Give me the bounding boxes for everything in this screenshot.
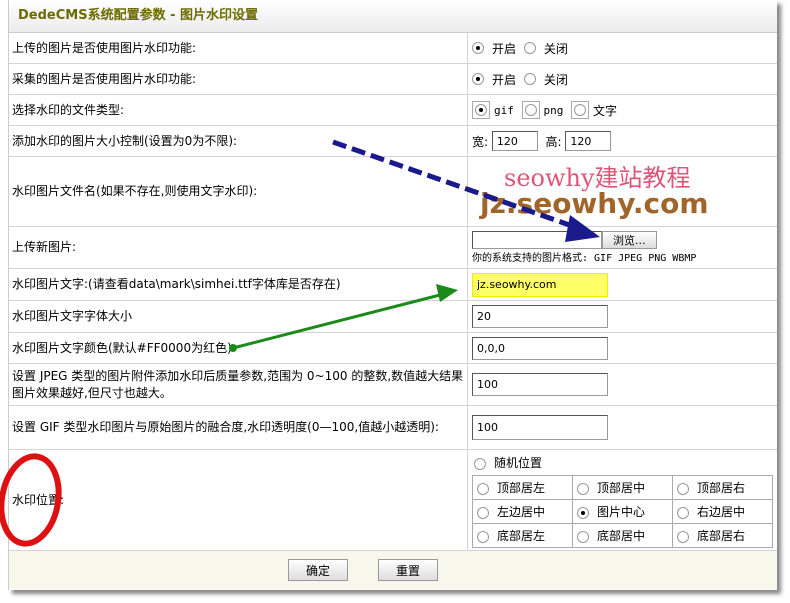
row-font-size: 水印图片文字字体大小	[9, 301, 777, 333]
label: 选择水印的文件类型:	[9, 95, 468, 125]
radio-top-center[interactable]	[577, 482, 589, 495]
radio-off[interactable]	[523, 73, 536, 85]
label: 水印图片文字:(请查看data\mark\simhei.ttf字体库是否存在)	[9, 269, 468, 300]
radio-label: 底部居中	[597, 529, 646, 543]
watermark-preview-line1: seowhy建站教程	[504, 163, 691, 192]
radio-random[interactable]	[474, 457, 486, 470]
row-file-type: 选择水印的文件类型: gif png 文字	[9, 95, 777, 126]
radio-label: gif	[494, 103, 514, 117]
radio-label: 开启	[492, 41, 517, 56]
radio-bottom-right[interactable]	[677, 530, 689, 543]
label: 水印位置:	[9, 450, 468, 550]
watermark-text-input[interactable]	[472, 272, 608, 297]
height-label: 高:	[545, 134, 562, 149]
label: 上传新图片:	[9, 227, 468, 268]
radio-top-right[interactable]	[677, 482, 689, 495]
row-collect-watermark: 采集的图片是否使用图片水印功能: 开启 关闭	[9, 64, 777, 95]
radio-bottom-center[interactable]	[577, 530, 589, 543]
radio-gif[interactable]	[475, 104, 487, 116]
label: 采集的图片是否使用图片水印功能:	[9, 64, 468, 94]
settings-panel: DedeCMS系统配置参数 - 图片水印设置 上传的图片是否使用图片水印功能: …	[8, 0, 777, 590]
radio-label: png	[543, 103, 564, 117]
row-upload-image: 上传新图片: 浏览... 你的系统支持的图片格式: GIF JPEG PNG W…	[9, 227, 777, 269]
jpeg-quality-input[interactable]	[472, 373, 608, 396]
confirm-button[interactable]: 确定	[288, 559, 348, 581]
file-path-input[interactable]	[472, 231, 602, 250]
label: 上传的图片是否使用图片水印功能:	[9, 33, 468, 63]
reset-button[interactable]: 重置	[378, 559, 438, 581]
row-jpeg-quality: 设置 JPEG 类型的图片附件添加水印后质量参数,范围为 0~100 的整数,数…	[9, 364, 777, 406]
position-grid: 顶部居左 顶部居中 顶部居右 左边居中 图片中心 右边居中 底部居左 底部居中 底部居右	[472, 475, 773, 548]
radio-label: 开启	[492, 72, 517, 87]
radio-label: 顶部居中	[597, 481, 646, 495]
radio-bottom-left[interactable]	[477, 530, 489, 543]
label: 设置 JPEG 类型的图片附件添加水印后质量参数,范围为 0~100 的整数,数…	[9, 364, 468, 405]
radio-label: 左边居中	[497, 505, 546, 519]
page-title: DedeCMS系统配置参数 - 图片水印设置	[9, 0, 777, 33]
row-upload-watermark: 上传的图片是否使用图片水印功能: 开启 关闭	[9, 33, 777, 64]
footer: 确定 重置	[9, 551, 777, 589]
radio-center[interactable]	[577, 506, 589, 519]
label: 水印图片文件名(如果不存在,则使用文字水印):	[9, 157, 468, 226]
radio-label: 底部居右	[697, 529, 746, 543]
label: 水印图片文字颜色(默认#FF0000为红色)	[9, 333, 468, 363]
radio-on[interactable]	[472, 42, 484, 54]
label: 水印图片文字字体大小	[9, 301, 468, 332]
row-gif-transparency: 设置 GIF 类型水印图片与原始图片的融合度,水印透明度(0—100,值越小越透…	[9, 406, 777, 450]
radio-label: 图片中心	[597, 505, 646, 519]
radio-label: 顶部居右	[697, 481, 746, 495]
width-label: 宽:	[472, 134, 489, 149]
supported-formats: 你的系统支持的图片格式: GIF JPEG PNG WBMP	[472, 253, 697, 265]
font-size-input[interactable]	[472, 305, 608, 328]
radio-on[interactable]	[472, 73, 484, 85]
radio-label: 底部居左	[497, 529, 546, 543]
row-size: 添加水印的图片大小控制(设置为0为不限): 宽: 高:	[9, 126, 777, 157]
radio-label: 关闭	[543, 72, 568, 87]
radio-png[interactable]	[524, 104, 537, 116]
watermark-preview-line2: jz.seowhy.com	[480, 186, 709, 220]
radio-label: 随机位置	[494, 456, 543, 470]
width-input[interactable]	[491, 131, 538, 151]
radio-middle-left[interactable]	[477, 506, 489, 519]
radio-label: 右边居中	[697, 505, 746, 519]
label: 设置 GIF 类型水印图片与原始图片的融合度,水印透明度(0—100,值越小越透…	[9, 406, 468, 449]
gif-transparency-input[interactable]	[472, 415, 608, 440]
row-watermark-file: 水印图片文件名(如果不存在,则使用文字水印): seowhy建站教程 jz.se…	[9, 157, 777, 227]
row-font-color: 水印图片文字颜色(默认#FF0000为红色)	[9, 333, 777, 364]
row-watermark-text: 水印图片文字:(请查看data\mark\simhei.ttf字体库是否存在)	[9, 269, 777, 301]
radio-label: 关闭	[543, 41, 568, 56]
label: 添加水印的图片大小控制(设置为0为不限):	[9, 126, 468, 156]
radio-middle-right[interactable]	[677, 506, 689, 519]
radio-label: 顶部居左	[497, 481, 546, 495]
browse-button[interactable]: 浏览...	[602, 230, 657, 249]
radio-top-left[interactable]	[477, 482, 489, 495]
height-input[interactable]	[565, 131, 612, 151]
radio-label: 文字	[593, 103, 618, 118]
row-position: 水印位置: 随机位置 顶部居左 顶部居中 顶部居右 左边居中 图片中心 右边居中 底部居…	[9, 450, 777, 551]
radio-text[interactable]	[574, 104, 587, 116]
font-color-input[interactable]	[472, 336, 608, 360]
radio-off[interactable]	[523, 42, 536, 54]
